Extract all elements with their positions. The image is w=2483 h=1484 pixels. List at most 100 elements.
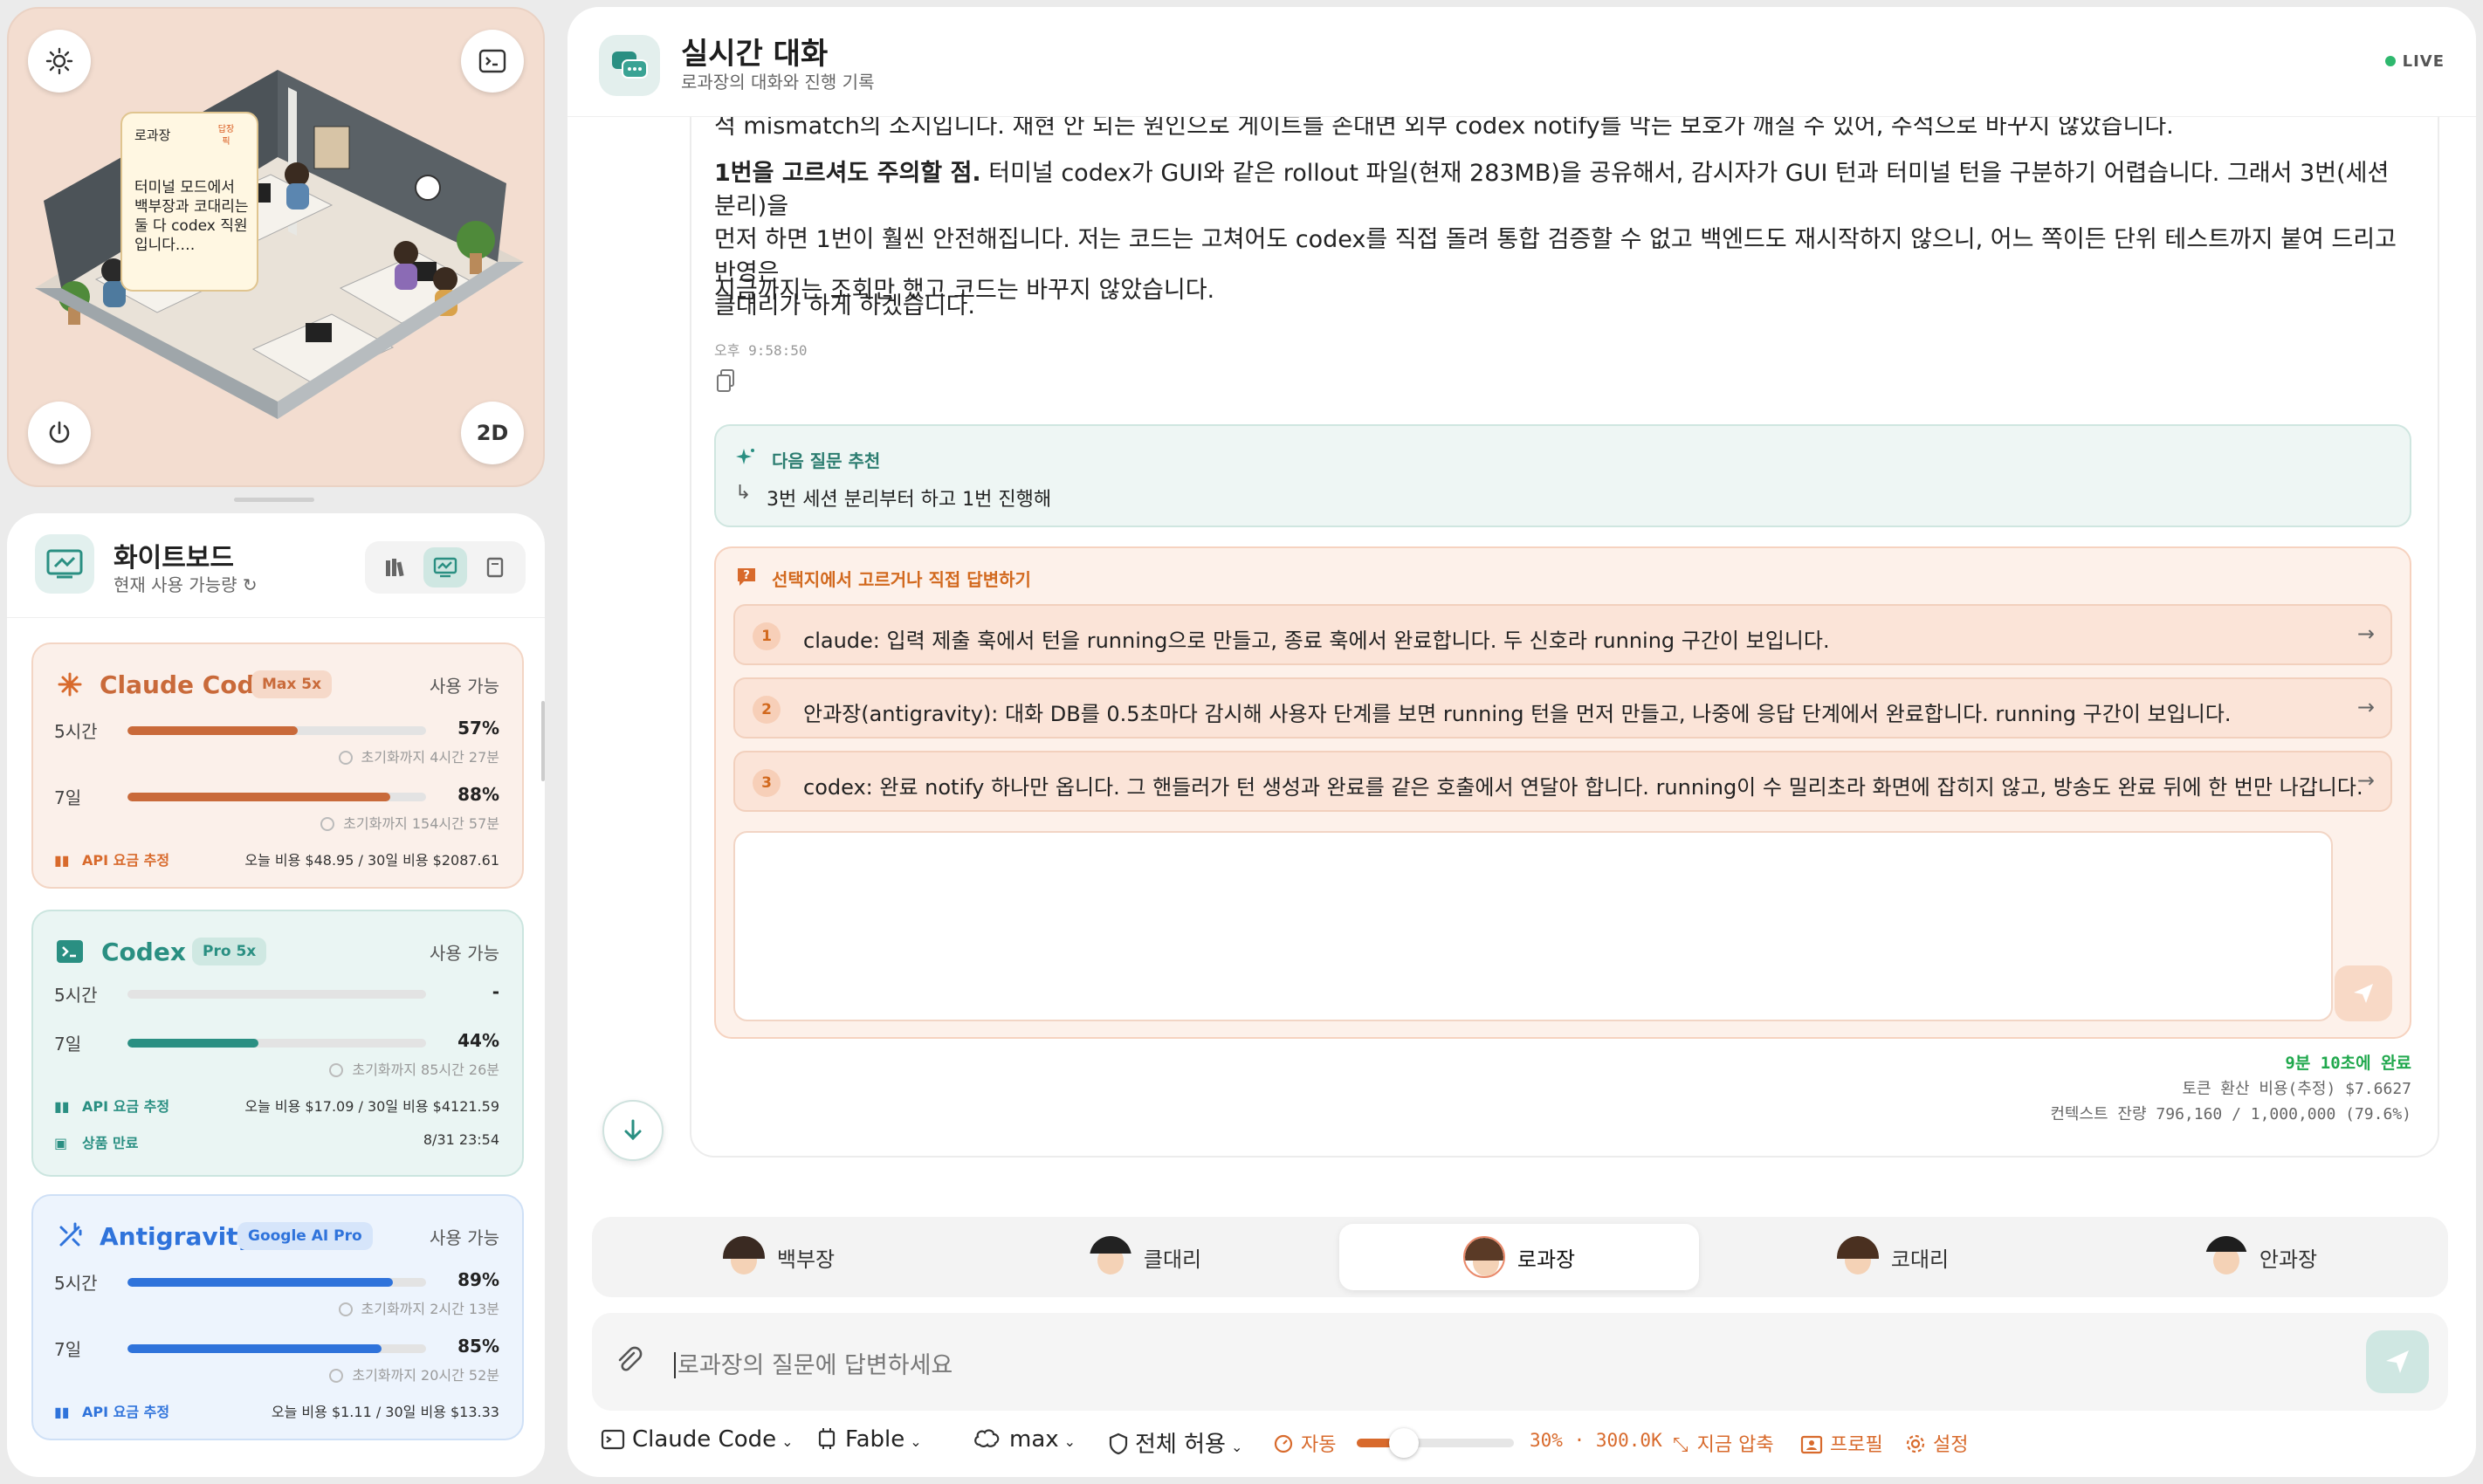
speech-tag: 답장픽: [217, 125, 235, 147]
chat-input-field[interactable]: 로과장의 질문에 답변하세요: [674, 1346, 953, 1380]
chat-panel: 실시간 대화 로과장의 대화와 진행 기록 LIVE 적 mismatch의 소…: [567, 7, 2476, 1477]
agent-tab-baekbujang[interactable]: 백부장: [599, 1224, 959, 1290]
office-scene: 2D 로과장 답장픽 터미널 모드에서 백부장과 코대리는 둘 다 codex …: [7, 7, 545, 487]
usage-row-7d: 7일 88%: [54, 784, 499, 808]
api-cost-row: ▮▮ API 요금 추정 오늘 비용 $48.95 / 30일 비용 $2087.6…: [54, 848, 499, 869]
shield-icon: [1109, 1432, 1128, 1455]
profile-card-icon: [1800, 1435, 1823, 1454]
arrow-right-icon: →: [2356, 768, 2375, 793]
row-percent: 57%: [457, 718, 499, 739]
send-icon: [2386, 1350, 2409, 1373]
power-button[interactable]: [28, 402, 91, 464]
agent-tab-kodaeri[interactable]: 코대리: [1713, 1224, 2073, 1290]
choice-option-1[interactable]: 1 claude: 입력 제출 훅에서 턴을 running으로 만들고, 종료 …: [733, 604, 2392, 665]
clock-icon: [338, 1302, 353, 1316]
terminal-mode-button[interactable]: [461, 30, 524, 93]
effort-selector[interactable]: max ⌄: [973, 1426, 1076, 1453]
message-area[interactable]: 적 mismatch의 소지입니다. 재현 안 되는 원인으로 게이트를 손대면…: [567, 117, 2476, 1196]
message-paragraph: 지금까지는 조회만 했고 코드는 바꾸지 않았습니다.: [714, 277, 1215, 304]
copy-button[interactable]: [716, 368, 737, 393]
speech-speaker: 로과장: [134, 127, 171, 143]
reset-time: 초기화까지 85시간 26분: [329, 1058, 499, 1079]
scroll-to-bottom-button[interactable]: [602, 1100, 664, 1161]
api-value: 오늘 비용 $1.11 / 30일 비용 $13.33: [271, 1404, 499, 1420]
arrow-right-icon: →: [2356, 695, 2375, 719]
usage-card-antigravity: Antigravity Google AI Pro 사용 가능 5시간 89% 초…: [31, 1194, 524, 1440]
copy-icon: [717, 369, 734, 392]
model-selector[interactable]: Claude Code ⌄: [601, 1426, 794, 1453]
codex-terminal-icon: [57, 940, 83, 963]
speech-text: 터미널 모드에서 백부장과 코대리는 둘 다 codex 직원입니다.…: [134, 179, 249, 254]
attach-button[interactable]: [615, 1346, 644, 1376]
sun-icon: [45, 47, 73, 75]
api-cost-row: ▮▮ API 요금 추정 오늘 비용 $1.11 / 30일 비용 $13.33: [54, 1400, 499, 1421]
choice-option-3[interactable]: 3 codex: 완료 notify 하나만 옵니다. 그 핸들러가 턴 생성과 …: [733, 751, 2392, 812]
availability-label: 사용 가능: [430, 1227, 499, 1248]
panel-resize-handle[interactable]: [234, 498, 314, 502]
compress-now-button[interactable]: ⤡ 지금 압축: [1673, 1429, 1774, 1457]
send-button[interactable]: [2366, 1330, 2429, 1393]
row-label: 7일: [54, 787, 82, 808]
suggestion-box[interactable]: 다음 질문 추천 ↳ 3번 세션 분리부터 하고 1번 진행해: [714, 424, 2411, 527]
tab-whiteboard[interactable]: [423, 547, 467, 587]
api-value: 오늘 비용 $48.95 / 30일 비용 $2087.61: [244, 852, 499, 869]
settings-button[interactable]: 설정: [1905, 1429, 1968, 1457]
input-placeholder: 로과장의 질문에 답변하세요: [677, 1352, 953, 1379]
row-label: 7일: [54, 1339, 82, 1360]
arrow-right-icon: →: [2356, 622, 2375, 646]
option-number: 3: [753, 769, 781, 797]
answer-send-button[interactable]: [2335, 965, 2392, 1021]
row-label: 7일: [54, 1034, 82, 1055]
suggestion-text[interactable]: 3번 세션 분리부터 하고 1번 진행해: [767, 484, 1051, 512]
chat-title: 실시간 대화: [681, 37, 829, 72]
whiteboard-scrollbar[interactable]: [541, 701, 545, 781]
suggestion-title: 다음 질문 추천: [772, 450, 881, 471]
bar-chart-icon: ▮▮: [54, 852, 70, 869]
row-percent: 88%: [457, 784, 499, 805]
compress-threshold: 30% · 300.0K: [1530, 1430, 1662, 1451]
expiry-row: ▣ 상품 만료 8/31 23:54: [54, 1131, 499, 1152]
row-label: 5시간: [54, 1273, 98, 1294]
tab-notes[interactable]: [473, 547, 517, 587]
reset-time: 초기화까지 20시간 52분: [329, 1364, 499, 1384]
agent-tab-keuldaeri[interactable]: 클대리: [966, 1224, 1325, 1290]
agent-tab-rogwajang[interactable]: 로과장: [1339, 1224, 1699, 1290]
tab-library[interactable]: [374, 547, 417, 587]
choice-title: 선택지에서 고르거나 직접 답변하기: [772, 569, 1031, 590]
theme-toggle-button[interactable]: [28, 30, 91, 93]
usage-bar-fill: [127, 1039, 259, 1048]
choice-option-2[interactable]: 2 안과장(antigravity): 대화 DB를 0.5초마다 감시해 사용자…: [733, 677, 2392, 739]
auto-label: 자동: [1301, 1434, 1337, 1456]
slider-knob[interactable]: [1389, 1428, 1419, 1458]
calendar-icon: ▣: [54, 1135, 68, 1151]
reset-time: 초기화까지 4시간 27분: [338, 745, 499, 766]
usage-row-7d: 7일 85%: [54, 1336, 499, 1360]
message-paragraph: 적 mismatch의 소지입니다. 재현 안 되는 원인으로 게이트를 손대면…: [714, 117, 2174, 140]
direct-answer-textarea[interactable]: [733, 831, 2333, 1021]
profile-button[interactable]: 프로필: [1800, 1429, 1883, 1457]
auto-compress-toggle[interactable]: 자동: [1273, 1429, 1336, 1457]
card-name: Antigravity: [100, 1222, 254, 1251]
agent-name: 로과장: [1517, 1247, 1576, 1272]
compress-slider[interactable]: [1357, 1428, 1514, 1458]
send-icon: [2354, 984, 2373, 1003]
usage-bar-fill: [127, 1344, 382, 1353]
context-remaining: 컨텍스트 잔량 796,160 / 1,000,000 (79.6%): [2050, 1105, 2411, 1123]
terminal-icon: [478, 49, 506, 73]
chip-icon: [818, 1428, 836, 1449]
view-mode-button[interactable]: 2D: [461, 402, 524, 464]
chat-header: 실시간 대화 로과장의 대화와 진행 기록 LIVE: [567, 7, 2476, 117]
compress-now-label: 지금 압축: [1696, 1434, 1774, 1456]
refresh-icon[interactable]: ↻: [243, 574, 258, 595]
row-percent: -: [492, 981, 499, 1002]
option-text: claude: 입력 제출 훅에서 턴을 running으로 만들고, 종료 훅…: [803, 629, 1830, 653]
agent-tab-angwajang[interactable]: 안과장: [2081, 1224, 2441, 1290]
agent-name: 코대리: [1890, 1247, 1950, 1272]
choice-panel: ? 선택지에서 고르거나 직접 답변하기 1 claude: 입력 제출 훅에서 …: [714, 546, 2411, 1039]
antigravity-icon: [59, 1222, 82, 1247]
row-label: 5시간: [54, 985, 98, 1006]
permission-selector[interactable]: 전체 허용 ⌄: [1109, 1426, 1242, 1459]
effort-label: max: [1009, 1426, 1059, 1453]
persona-selector[interactable]: Fable ⌄: [815, 1426, 922, 1453]
persona-label: Fable: [845, 1426, 905, 1453]
